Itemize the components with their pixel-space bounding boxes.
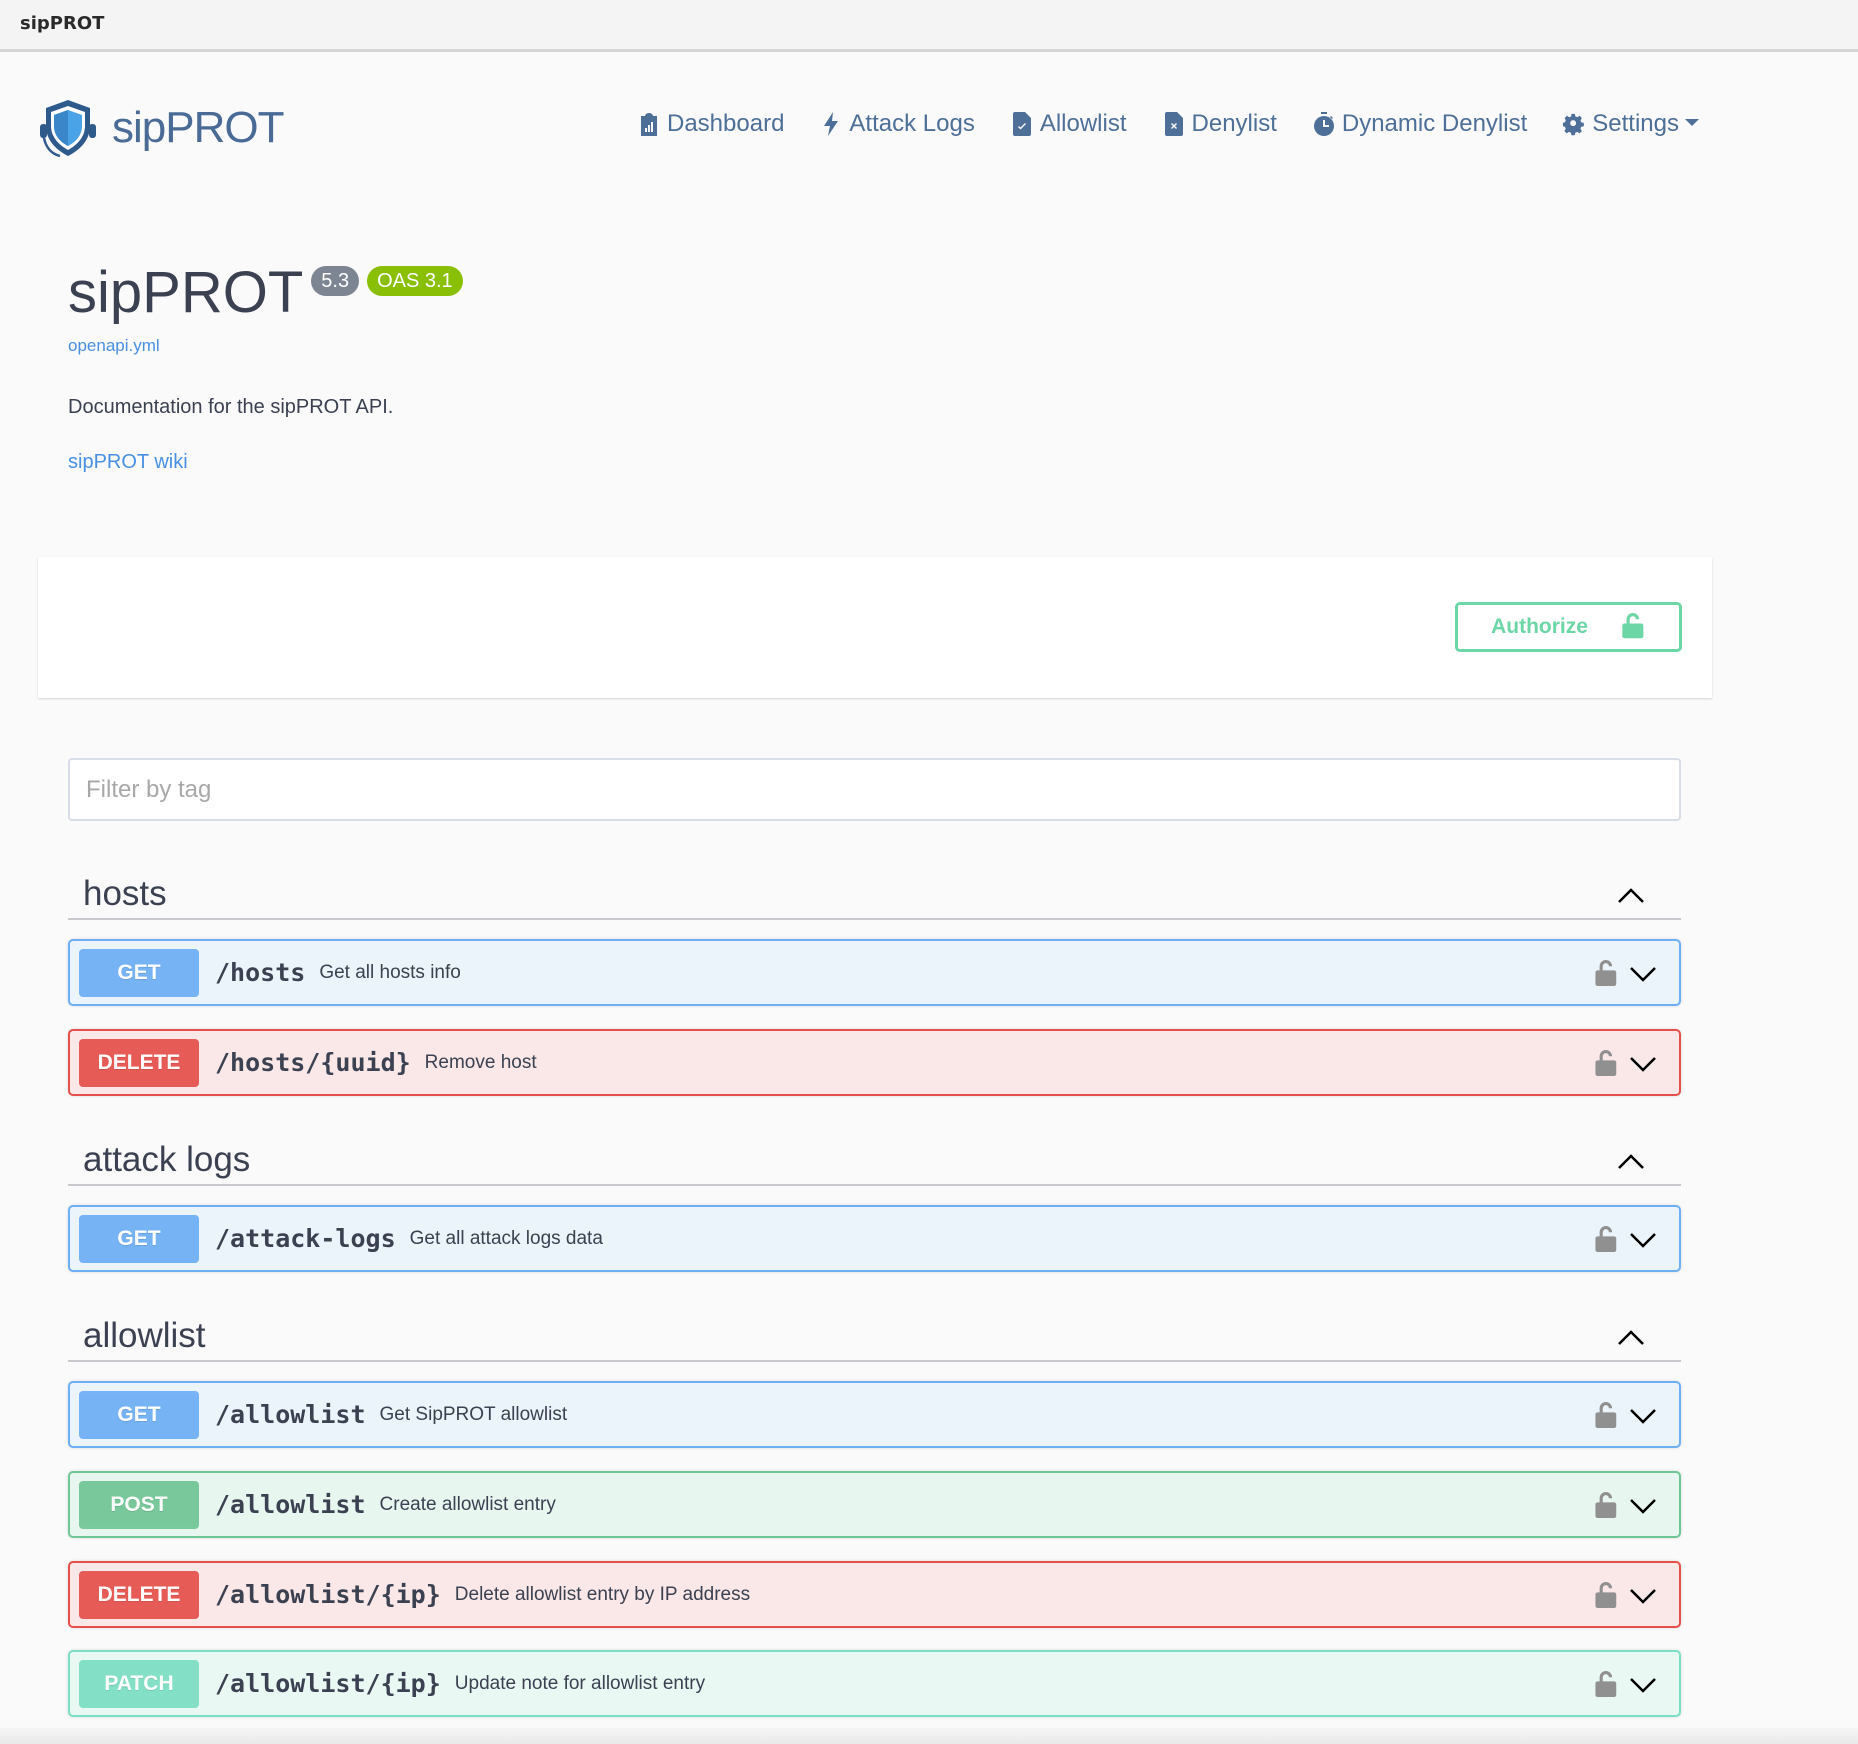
unlock-icon[interactable] [1595,1670,1619,1700]
oas-badge: OAS 3.1 [367,266,463,296]
operation-get-hosts[interactable]: GET /hosts Get all hosts info [68,939,1681,1006]
filter-by-tag-input[interactable] [68,758,1681,821]
brand-name: sipPROT [112,103,284,152]
nav-dashboard[interactable]: Dashboard [638,110,784,138]
tag-attack-logs[interactable]: attack logs [68,1140,1681,1186]
gear-icon [1563,113,1585,136]
operation-get-attack-logs[interactable]: GET /attack-logs Get all attack logs dat… [68,1205,1681,1272]
chevron-down-icon[interactable] [1629,1407,1657,1425]
chevron-down-icon[interactable] [1629,1676,1657,1694]
method-badge: POST [79,1480,199,1529]
operation-summary: Create allowlist entry [379,1493,556,1515]
operation-summary: Remove host [424,1051,537,1073]
chevron-down-icon[interactable] [1629,1587,1657,1605]
operation-get-allowlist[interactable]: GET /allowlist Get SipPROT allowlist [68,1381,1681,1448]
tag-title: attack logs [83,1140,251,1179]
operation-post-allowlist[interactable]: POST /allowlist Create allowlist entry [68,1471,1681,1538]
chevron-down-icon[interactable] [1629,1231,1657,1249]
unlock-icon[interactable] [1595,1401,1619,1431]
operation-path: /attack-logs [215,1224,396,1253]
stopwatch-icon [1313,112,1334,136]
api-description: Documentation for the sipPROT API. [68,396,394,418]
window-titlebar: sipPROT [0,0,1858,52]
operation-path: /allowlist/{ip} [215,1580,441,1609]
unlock-icon [1622,613,1644,639]
nav-dynamic-denylist-label: Dynamic Denylist [1341,110,1528,137]
unlock-icon[interactable] [1595,1225,1619,1255]
operation-delete-allowlist[interactable]: DELETE /allowlist/{ip} Delete allowlist … [68,1561,1681,1628]
method-badge: GET [79,948,199,997]
unlock-icon[interactable] [1595,959,1619,989]
nav-attack-logs[interactable]: Attack Logs [820,110,975,138]
page-bottom-edge [0,1728,1858,1744]
lightning-bolt-icon [824,112,839,136]
tag-allowlist[interactable]: allowlist [68,1316,1681,1362]
api-info: sipPROT 5.3 OAS 3.1 openapi.yml Document… [68,258,463,474]
authorize-button[interactable]: Authorize [1455,602,1682,652]
operation-summary: Delete allowlist entry by IP address [454,1583,751,1605]
nav-allowlist-label: Allowlist [1039,110,1127,137]
chevron-up-icon [1618,1154,1644,1169]
operation-path: /hosts/{uuid} [215,1048,411,1077]
operation-patch-allowlist[interactable]: PATCH /allowlist/{ip} Update note for al… [68,1650,1681,1717]
tag-hosts[interactable]: hosts [68,874,1681,920]
file-x-icon [1164,112,1183,136]
operation-summary: Get all attack logs data [409,1227,603,1249]
operation-path: /hosts [215,958,306,987]
nav-settings-dropdown[interactable]: Settings [1563,110,1699,138]
window-title: sipPROT [20,13,105,34]
method-badge: GET [79,1390,199,1439]
tag-title: hosts [83,874,167,913]
method-badge: DELETE [79,1038,199,1087]
chevron-up-icon [1618,888,1644,903]
unlock-icon[interactable] [1595,1049,1619,1079]
chevron-down-icon[interactable] [1629,1497,1657,1515]
unlock-icon[interactable] [1595,1581,1619,1611]
auth-container: Authorize [38,557,1712,698]
nav-denylist[interactable]: Denylist [1163,110,1277,138]
method-badge: PATCH [79,1659,199,1708]
operation-path: /allowlist [215,1490,366,1519]
caret-down-icon [1684,118,1699,126]
clipboard-chart-icon [641,113,657,136]
spec-link[interactable]: openapi.yml [68,336,463,356]
method-badge: GET [79,1214,199,1263]
main-nav: Dashboard Attack Logs Allowlist Denylist… [638,110,1735,138]
shield-headset-icon [40,100,96,158]
nav-settings-label: Settings [1592,110,1679,137]
operation-summary: Get all hosts info [319,961,461,983]
api-title: sipPROT [68,260,304,325]
operation-summary: Update note for allowlist entry [454,1672,706,1694]
nav-attack-logs-label: Attack Logs [849,110,975,137]
nav-denylist-label: Denylist [1191,110,1277,137]
chevron-down-icon[interactable] [1629,1055,1657,1073]
wiki-link[interactable]: sipPROT wiki [68,451,463,474]
method-badge: DELETE [79,1570,199,1619]
operation-path: /allowlist/{ip} [215,1669,441,1698]
unlock-icon[interactable] [1595,1491,1619,1521]
operation-path: /allowlist [215,1400,366,1429]
operation-delete-host[interactable]: DELETE /hosts/{uuid} Remove host [68,1029,1681,1096]
brand-logo[interactable]: sipPROT [36,96,284,160]
chevron-up-icon [1618,1330,1644,1345]
file-check-icon [1012,112,1031,136]
authorize-label: Authorize [1491,615,1588,638]
nav-dashboard-label: Dashboard [667,110,785,137]
version-badge: 5.3 [311,266,360,296]
nav-dynamic-denylist[interactable]: Dynamic Denylist [1313,110,1527,138]
nav-allowlist[interactable]: Allowlist [1011,110,1127,138]
tag-title: allowlist [83,1316,206,1355]
chevron-down-icon[interactable] [1629,965,1657,983]
operation-summary: Get SipPROT allowlist [379,1403,568,1425]
